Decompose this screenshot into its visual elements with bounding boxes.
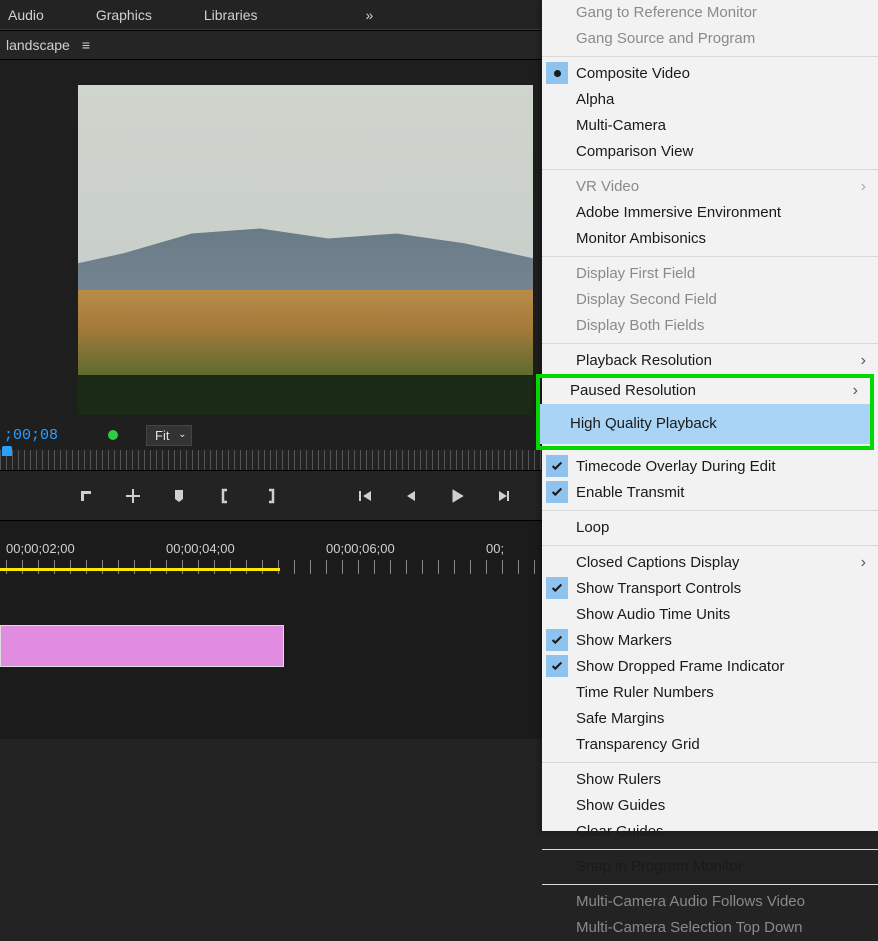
mark-in-icon[interactable]: [78, 487, 96, 505]
menu-separator: [542, 343, 878, 344]
menu-item-immersive-env[interactable]: Adobe Immersive Environment: [542, 200, 878, 226]
menu-separator: [542, 169, 878, 170]
menu-separator: [542, 56, 878, 57]
record-indicator-icon: [108, 430, 118, 440]
overflow-chevron-icon[interactable]: »: [366, 7, 374, 23]
menu-item-show-markers[interactable]: Show Markers: [542, 628, 878, 654]
zoom-fit-label: Fit: [155, 428, 169, 443]
highlight-annotation: Paused Resolution High Quality Playback: [536, 374, 874, 450]
time-label: 00;00;02;00: [6, 541, 166, 556]
out-bracket-icon[interactable]: [262, 487, 280, 505]
play-icon[interactable]: [448, 487, 466, 505]
check-icon: [546, 655, 568, 677]
menu-item-display-both-fields[interactable]: Display Both Fields: [542, 313, 878, 339]
check-icon: [546, 577, 568, 599]
menu-item-safe-margins[interactable]: Safe Margins: [542, 706, 878, 732]
menu-item-transparency-grid[interactable]: Transparency Grid: [542, 732, 878, 758]
menu-item-display-first-field[interactable]: Display First Field: [542, 261, 878, 287]
menu-separator: [542, 510, 878, 511]
step-back-icon[interactable]: [402, 487, 420, 505]
time-label: 00;00;04;00: [166, 541, 326, 556]
menu-item-timecode-overlay[interactable]: Timecode Overlay During Edit: [542, 454, 878, 480]
check-icon: [546, 629, 568, 651]
menu-item-gang-source[interactable]: Gang Source and Program: [542, 26, 878, 52]
menu-item-show-rulers[interactable]: Show Rulers: [542, 767, 878, 793]
menu-separator: [542, 256, 878, 257]
playhead-icon[interactable]: [2, 446, 12, 456]
snap-icon[interactable]: [124, 487, 142, 505]
check-icon: [546, 455, 568, 477]
panel-menu-icon[interactable]: ≡: [82, 37, 90, 53]
sequence-name: landscape: [6, 37, 70, 53]
menu-item-snap-program-monitor[interactable]: Snap in Program Monitor: [542, 854, 878, 880]
video-preview[interactable]: [78, 85, 533, 415]
tab-graphics[interactable]: Graphics: [96, 7, 152, 23]
menu-item-alpha[interactable]: Alpha: [542, 87, 878, 113]
time-label: 00;00;06;00: [326, 541, 486, 556]
menu-item-show-transport[interactable]: Show Transport Controls: [542, 576, 878, 602]
menu-item-high-quality-playback[interactable]: High Quality Playback: [540, 404, 870, 444]
menu-item-enable-transmit[interactable]: Enable Transmit: [542, 480, 878, 506]
menu-item-vr-video[interactable]: VR Video: [542, 174, 878, 200]
menu-item-gang-reference[interactable]: Gang to Reference Monitor: [542, 0, 878, 26]
chevron-down-icon: ⌄: [178, 429, 186, 440]
menu-item-time-ruler-numbers[interactable]: Time Ruler Numbers: [542, 680, 878, 706]
menu-item-monitor-ambisonics[interactable]: Monitor Ambisonics: [542, 226, 878, 252]
menu-item-mc-selection-topdown[interactable]: Multi-Camera Selection Top Down: [542, 915, 878, 941]
preview-foreground: [78, 375, 533, 415]
work-area-bar[interactable]: [0, 568, 280, 571]
marker-icon[interactable]: [170, 487, 188, 505]
menu-item-multicamera[interactable]: Multi-Camera: [542, 113, 878, 139]
radio-selected-icon: [546, 62, 568, 84]
menu-item-paused-resolution[interactable]: Paused Resolution: [540, 378, 870, 404]
menu-item-composite-video[interactable]: Composite Video: [542, 61, 878, 87]
menu-item-display-second-field[interactable]: Display Second Field: [542, 287, 878, 313]
menu-separator: [542, 762, 878, 763]
menu-item-comparison-view[interactable]: Comparison View: [542, 139, 878, 165]
menu-item-audio-time-units[interactable]: Show Audio Time Units: [542, 602, 878, 628]
menu-separator: [542, 849, 878, 850]
check-icon: [546, 481, 568, 503]
menu-item-closed-captions[interactable]: Closed Captions Display: [542, 550, 878, 576]
menu-item-dropped-frame[interactable]: Show Dropped Frame Indicator: [542, 654, 878, 680]
menu-item-playback-resolution[interactable]: Playback Resolution: [542, 348, 878, 374]
step-forward-icon[interactable]: [494, 487, 512, 505]
in-bracket-icon[interactable]: [216, 487, 234, 505]
tab-libraries[interactable]: Libraries: [204, 7, 258, 23]
tab-audio[interactable]: Audio: [8, 7, 44, 23]
clip-body: [1, 626, 283, 666]
go-to-in-icon[interactable]: [356, 487, 374, 505]
current-timecode[interactable]: ;00;08: [0, 427, 58, 444]
menu-item-mc-audio-follows[interactable]: Multi-Camera Audio Follows Video: [542, 889, 878, 915]
zoom-fit-select[interactable]: Fit ⌄: [146, 425, 192, 446]
program-monitor-context-menu: Gang to Reference Monitor Gang Source an…: [542, 0, 878, 831]
menu-item-clear-guides[interactable]: Clear Guides: [542, 819, 878, 845]
video-clip[interactable]: [0, 625, 284, 667]
menu-separator: [542, 545, 878, 546]
menu-item-loop[interactable]: Loop: [542, 515, 878, 541]
menu-separator: [542, 884, 878, 885]
menu-item-show-guides[interactable]: Show Guides: [542, 793, 878, 819]
